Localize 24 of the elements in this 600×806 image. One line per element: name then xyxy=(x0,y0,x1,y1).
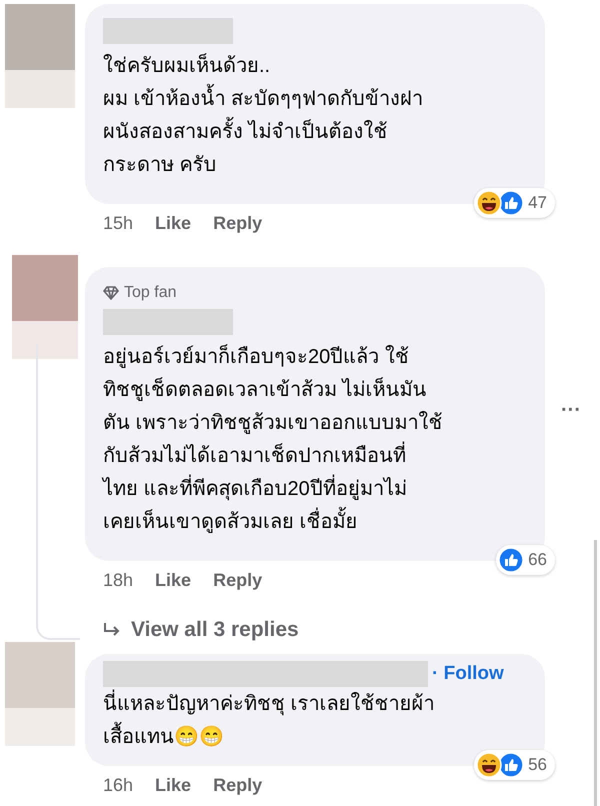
reaction-pill[interactable]: 66 xyxy=(496,545,555,575)
scrollbar[interactable] xyxy=(594,540,597,806)
diamond-icon xyxy=(103,286,119,300)
more-button[interactable]: ··· xyxy=(561,395,581,425)
top-fan-label: Top fan xyxy=(124,283,176,303)
reply-button[interactable]: Reply xyxy=(213,567,262,594)
view-replies-link[interactable]: View all 3 replies xyxy=(85,594,545,646)
reaction-count: 66 xyxy=(528,549,547,572)
reaction-pill[interactable]: 47 xyxy=(474,188,555,218)
comment-text: ใช่ครับผมเห็นด้วย.. ผม เข้าห้องน้ำ สะบัดๆๆฟาดกับข้างฝา ผนังสองสามครั้ง ไม่จำเป็นต้องใช้ กระดาษ ครับ xyxy=(103,52,424,178)
timestamp: 15h xyxy=(103,212,134,235)
reaction-pill[interactable]: 56 xyxy=(474,750,555,780)
reply-button[interactable]: Reply xyxy=(213,772,262,799)
reply-arrow-icon xyxy=(103,622,121,638)
like-button[interactable]: Like xyxy=(155,567,192,594)
reaction-count: 56 xyxy=(528,754,547,776)
comment-text: อยู่นอร์เวย์มาก็เกือบๆจะ20ปีแล้ว ใช้ ทิชชูเช็ดตลอดเวลาเข้าส้วม ไม่เห็นมัน ตัน เพราะว่าทิชชูส้วมเขาออกแบบมาใช้ กับส้วมไม่ได้เอามาเช็ดปากเหมือนที่ ไทย และที่พีคสุดเกือบ20ปีที่อยู่มาไม่ เคยเห็นเขาดูดส้วมเลย เชื่อมั้ย xyxy=(103,343,444,535)
timestamp: 18h xyxy=(103,569,134,592)
reaction-count: 47 xyxy=(528,192,547,214)
reply-button[interactable]: Reply xyxy=(213,210,262,237)
follow-link[interactable]: · Follow xyxy=(432,660,504,688)
like-button[interactable]: Like xyxy=(155,772,192,799)
timestamp: 16h xyxy=(103,774,134,797)
like-button[interactable]: Like xyxy=(155,210,192,237)
